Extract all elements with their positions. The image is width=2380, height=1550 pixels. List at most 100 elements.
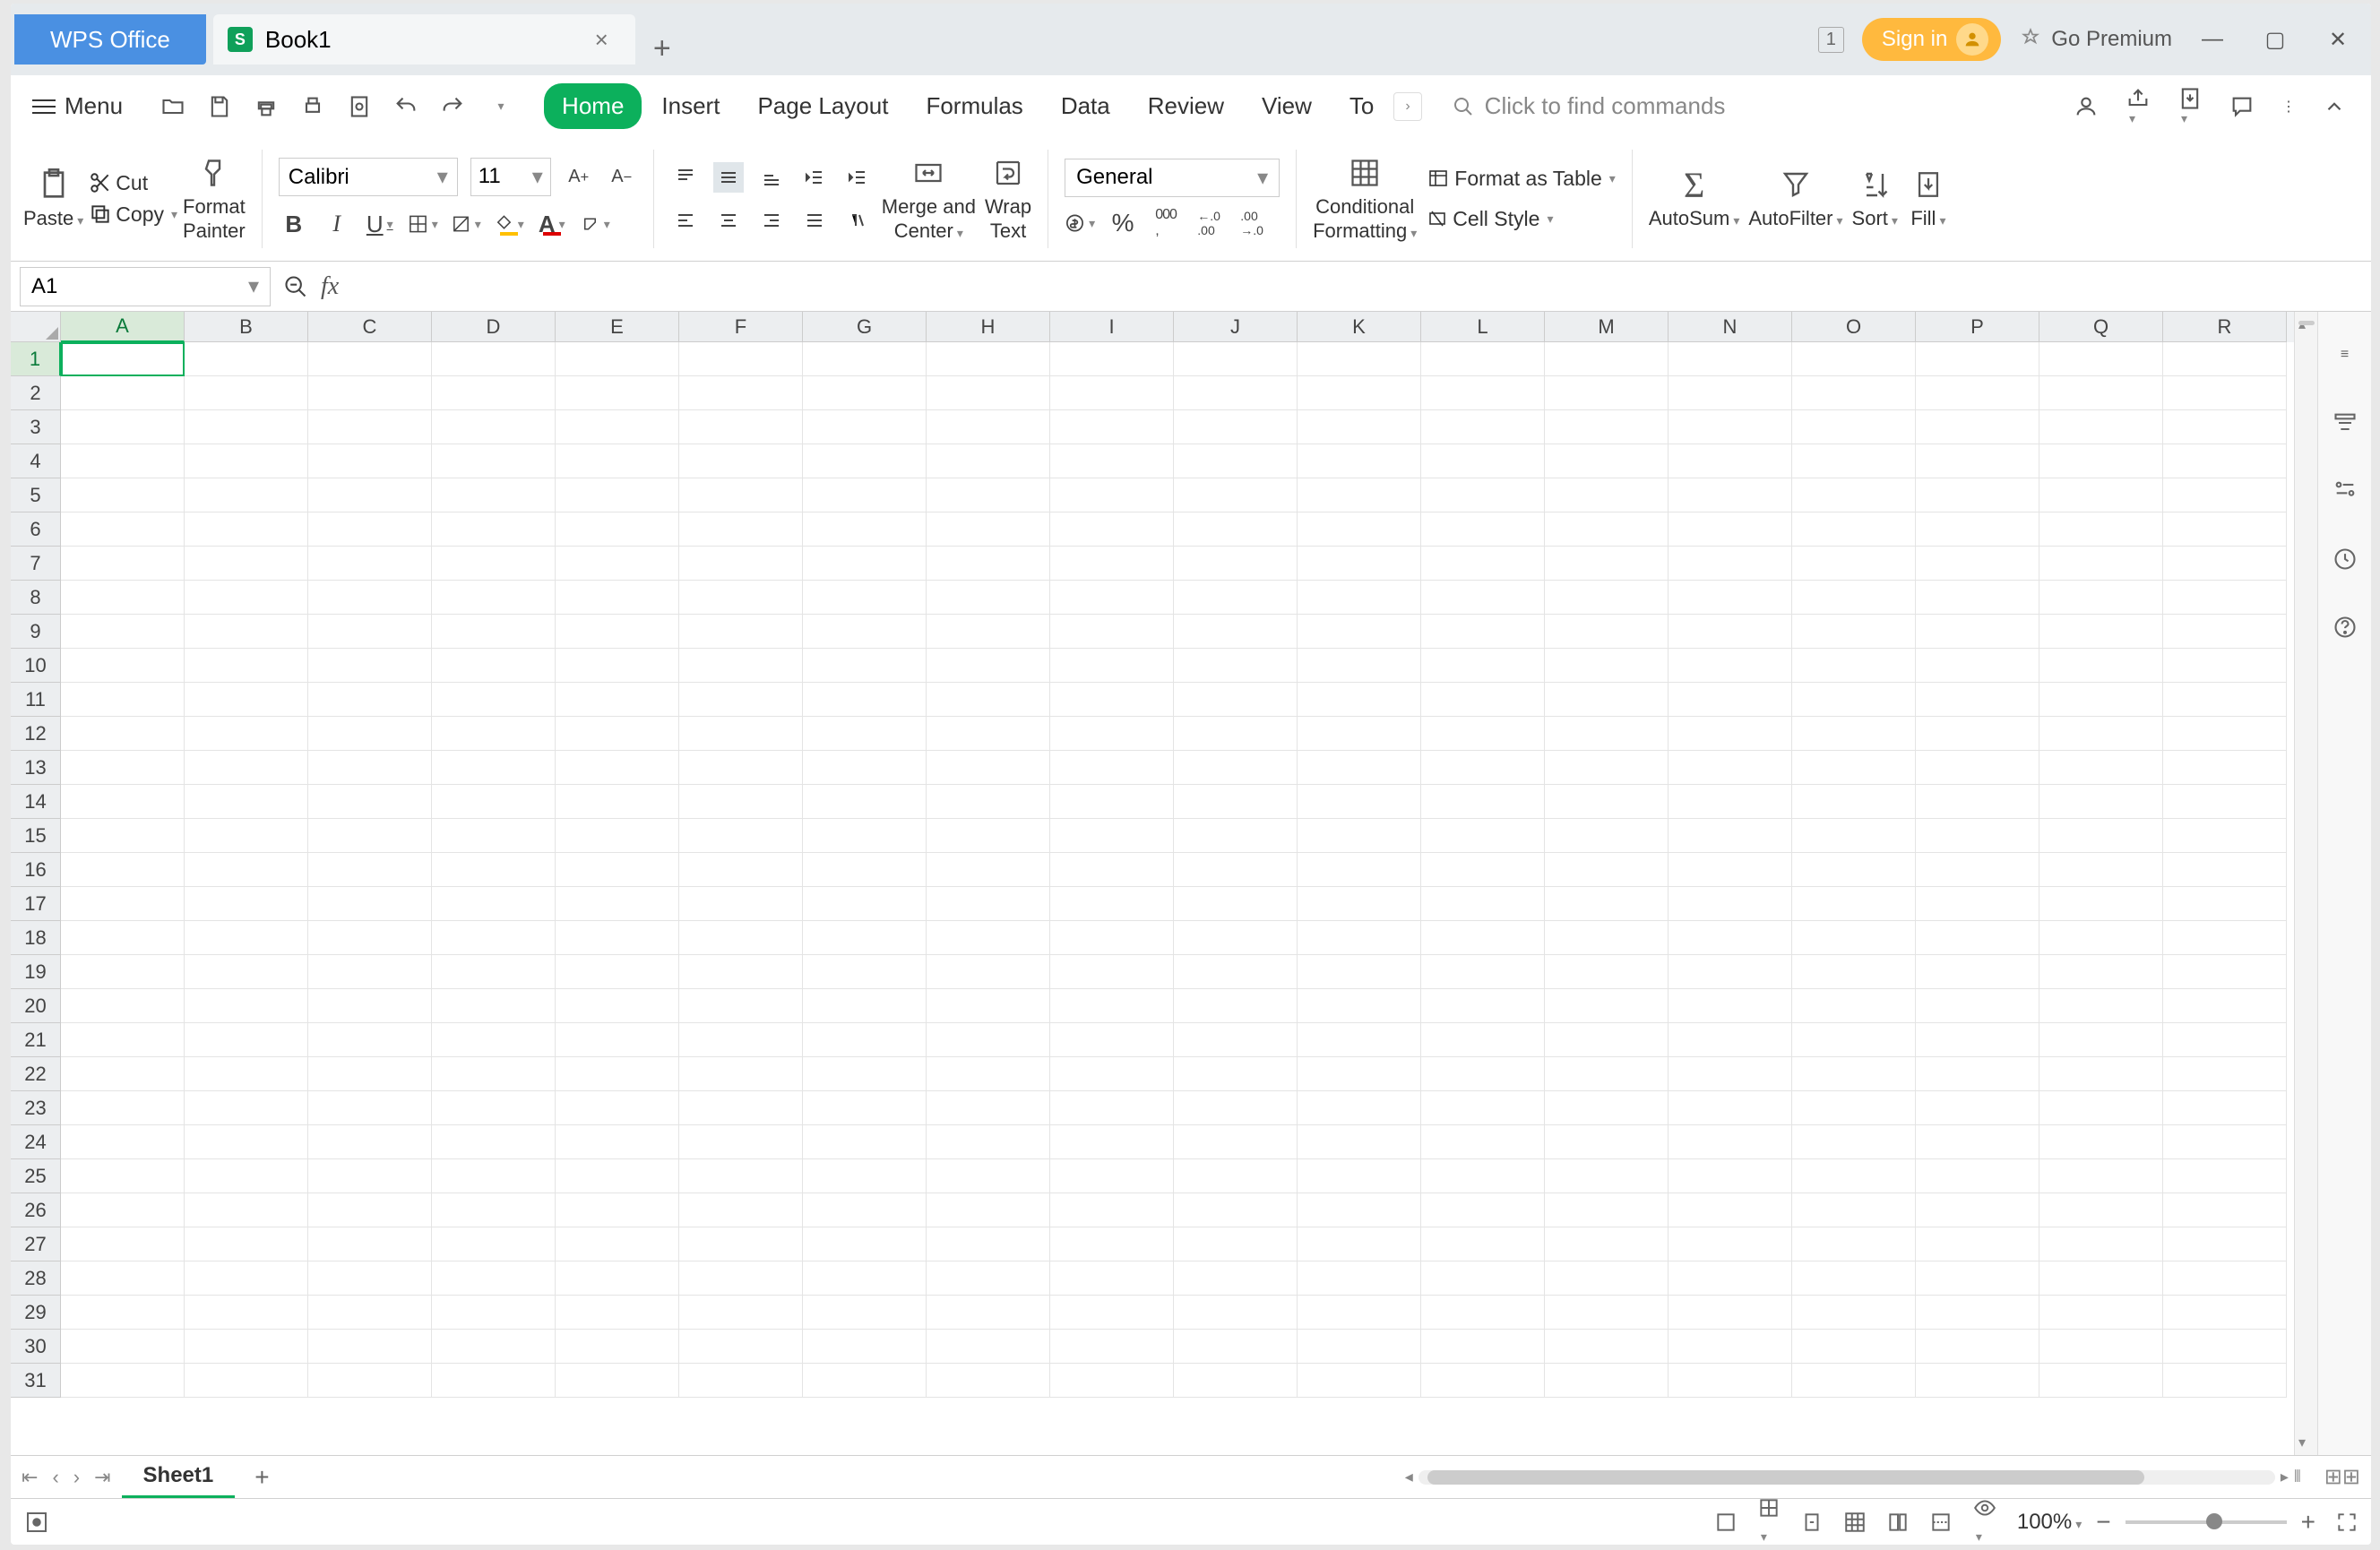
cell[interactable] [185, 410, 308, 444]
cell[interactable] [2039, 819, 2163, 853]
cell[interactable] [803, 342, 927, 376]
cell[interactable] [1050, 1330, 1174, 1364]
cell[interactable] [1545, 921, 1669, 955]
cell[interactable] [803, 955, 927, 989]
justify-icon[interactable] [799, 205, 830, 236]
cell[interactable] [927, 751, 1050, 785]
cell[interactable] [556, 547, 679, 581]
cell[interactable] [185, 785, 308, 819]
cell[interactable] [1050, 615, 1174, 649]
sheet-tab-active[interactable]: Sheet1 [122, 1456, 236, 1498]
cell[interactable] [308, 581, 432, 615]
view-reading-icon[interactable] [1757, 1496, 1781, 1545]
column-header[interactable]: A [61, 312, 185, 342]
cell[interactable] [1916, 1364, 2039, 1398]
cell[interactable] [2163, 989, 2287, 1023]
cell[interactable] [61, 717, 185, 751]
merge-center-button[interactable]: Merge and Center [882, 154, 976, 243]
sheet-first-icon[interactable]: ⇤ [22, 1466, 38, 1489]
comment-icon[interactable] [2229, 94, 2255, 119]
cell[interactable] [1421, 1091, 1545, 1125]
cell[interactable] [432, 410, 556, 444]
cell[interactable] [1421, 1057, 1545, 1091]
cell[interactable] [1298, 581, 1421, 615]
cell[interactable] [1669, 1296, 1792, 1330]
cell[interactable] [308, 478, 432, 512]
wps-office-tab[interactable]: WPS Office [14, 14, 206, 65]
cell[interactable] [927, 1330, 1050, 1364]
cell[interactable] [2163, 1227, 2287, 1262]
cell[interactable] [2039, 1330, 2163, 1364]
cell[interactable] [1916, 410, 2039, 444]
cell[interactable] [1669, 955, 1792, 989]
cell[interactable] [556, 1227, 679, 1262]
cell[interactable] [1669, 410, 1792, 444]
cell[interactable] [1298, 1125, 1421, 1159]
cell[interactable] [803, 478, 927, 512]
row-header[interactable]: 9 [11, 615, 61, 649]
cell[interactable] [1298, 989, 1421, 1023]
cell[interactable] [2163, 1330, 2287, 1364]
select-all-corner[interactable] [11, 312, 61, 342]
cell[interactable] [2163, 1159, 2287, 1193]
cell[interactable] [927, 342, 1050, 376]
cell[interactable] [1669, 1091, 1792, 1125]
cell[interactable] [185, 615, 308, 649]
cell[interactable] [1669, 1193, 1792, 1227]
tab-review[interactable]: Review [1130, 83, 1242, 129]
cell[interactable] [1669, 478, 1792, 512]
cell[interactable] [1792, 1057, 1916, 1091]
cell[interactable] [2163, 1125, 2287, 1159]
cell[interactable] [1669, 751, 1792, 785]
cell[interactable] [1792, 1364, 1916, 1398]
cell[interactable] [1545, 785, 1669, 819]
row-header[interactable]: 1 [11, 342, 61, 376]
save-icon[interactable] [205, 92, 234, 121]
cell[interactable] [679, 410, 803, 444]
go-premium-button[interactable]: Go Premium [2019, 27, 2172, 52]
cell[interactable] [927, 717, 1050, 751]
cell[interactable] [1421, 1330, 1545, 1364]
cell[interactable] [1298, 1296, 1421, 1330]
cell[interactable] [1545, 342, 1669, 376]
cell[interactable] [803, 1159, 927, 1193]
cell[interactable] [1421, 1227, 1545, 1262]
cell[interactable] [556, 478, 679, 512]
cell[interactable] [1421, 751, 1545, 785]
cell[interactable] [1669, 512, 1792, 547]
cell[interactable] [803, 376, 927, 410]
cell[interactable] [2039, 1296, 2163, 1330]
cell[interactable] [2163, 683, 2287, 717]
minimize-button[interactable]: — [2190, 22, 2235, 57]
cell[interactable] [1792, 887, 1916, 921]
cell[interactable] [185, 1057, 308, 1091]
cell[interactable] [1669, 1057, 1792, 1091]
cell[interactable] [2039, 410, 2163, 444]
cell[interactable] [185, 853, 308, 887]
fill-button[interactable]: Fill [1907, 166, 1950, 230]
cell[interactable] [1174, 581, 1298, 615]
column-header[interactable]: B [185, 312, 308, 342]
cell[interactable] [2163, 887, 2287, 921]
cell[interactable] [679, 1091, 803, 1125]
column-header[interactable]: Q [2039, 312, 2163, 342]
cell[interactable] [1669, 717, 1792, 751]
cell[interactable] [803, 683, 927, 717]
tab-view[interactable]: View [1244, 83, 1330, 129]
cell[interactable] [1792, 955, 1916, 989]
cell[interactable] [1174, 1193, 1298, 1227]
row-header[interactable]: 10 [11, 649, 61, 683]
cell[interactable] [185, 887, 308, 921]
cell[interactable] [1174, 478, 1298, 512]
cell[interactable] [1792, 1091, 1916, 1125]
cell[interactable] [1669, 1227, 1792, 1262]
cell[interactable] [2039, 1364, 2163, 1398]
cell[interactable] [927, 1262, 1050, 1296]
cell[interactable] [2163, 512, 2287, 547]
cell[interactable] [1050, 342, 1174, 376]
column-header[interactable]: J [1174, 312, 1298, 342]
cell[interactable] [1174, 683, 1298, 717]
cell[interactable] [1916, 853, 2039, 887]
help-icon[interactable] [2329, 611, 2361, 643]
cell[interactable] [1916, 615, 2039, 649]
